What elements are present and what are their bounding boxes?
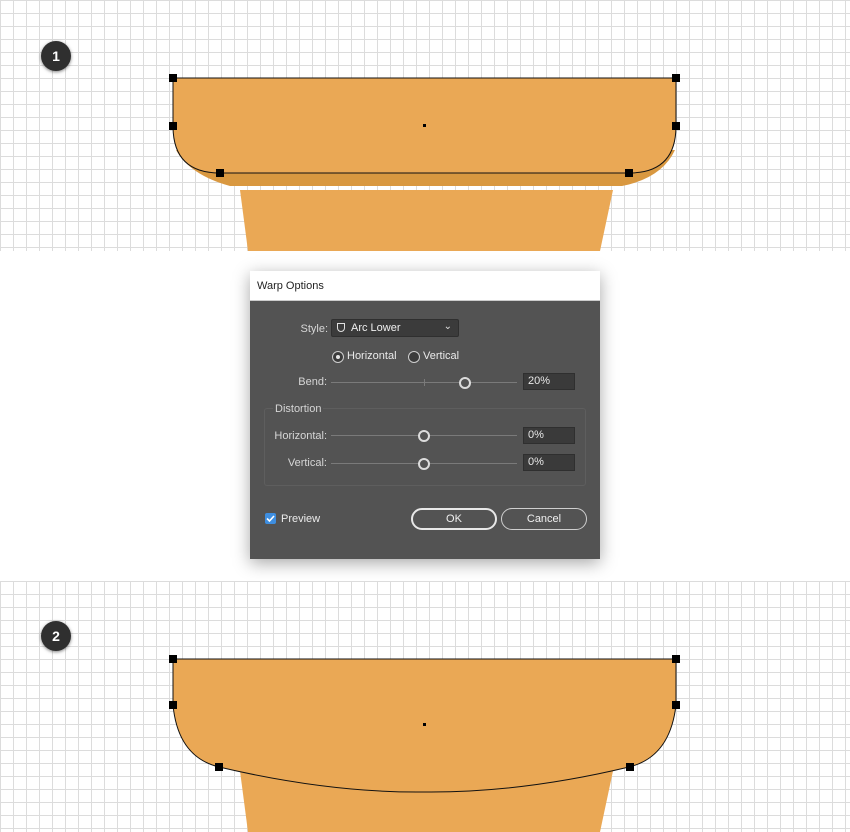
bend-slider-center-mark — [424, 379, 425, 386]
distortion-vertical-field[interactable]: 0% — [523, 454, 575, 471]
bend-label: Bend: — [298, 376, 327, 388]
artboard-step-1: 1 — [0, 0, 850, 251]
distortion-horizontal-slider-thumb[interactable] — [418, 430, 430, 442]
warp-options-dialog: Warp Options Style: Arc Lower ⌄ Horizont… — [250, 271, 600, 559]
dialog-title: Warp Options — [250, 271, 600, 301]
bend-field[interactable]: 20% — [523, 373, 575, 390]
vertical-radio-label[interactable]: Vertical — [423, 350, 459, 362]
style-select[interactable]: Arc Lower ⌄ — [331, 319, 459, 337]
step-badge-2: 2 — [41, 621, 71, 651]
ok-button[interactable]: OK — [411, 508, 497, 530]
chevron-down-icon: ⌄ — [443, 321, 452, 332]
bend-slider-thumb[interactable] — [458, 377, 471, 389]
arc-lower-icon — [337, 323, 345, 332]
distortion-vertical-label: Vertical: — [287, 457, 327, 469]
style-select-value: Arc Lower — [351, 322, 401, 334]
pot-base-shape — [240, 190, 613, 251]
style-label: Style: — [300, 323, 328, 335]
distortion-horizontal-label: Horizontal: — [274, 430, 327, 442]
preview-label[interactable]: Preview — [281, 513, 320, 525]
horizontal-radio-label[interactable]: Horizontal — [347, 350, 397, 362]
distortion-group — [264, 408, 586, 486]
cancel-button[interactable]: Cancel — [501, 508, 587, 530]
step-badge-1: 1 — [41, 41, 71, 71]
shape-artwork-step-2 — [169, 655, 680, 832]
distortion-vertical-slider-thumb[interactable] — [418, 458, 430, 470]
horizontal-radio[interactable] — [332, 351, 344, 363]
preview-checkbox[interactable] — [265, 513, 276, 524]
shape-artwork-step-1 — [169, 74, 680, 251]
checkmark-icon — [266, 515, 275, 523]
distortion-horizontal-field[interactable]: 0% — [523, 427, 575, 444]
distortion-title: Distortion — [273, 403, 324, 415]
artboard-step-2: 2 — [0, 581, 850, 832]
vertical-radio[interactable] — [408, 351, 420, 363]
